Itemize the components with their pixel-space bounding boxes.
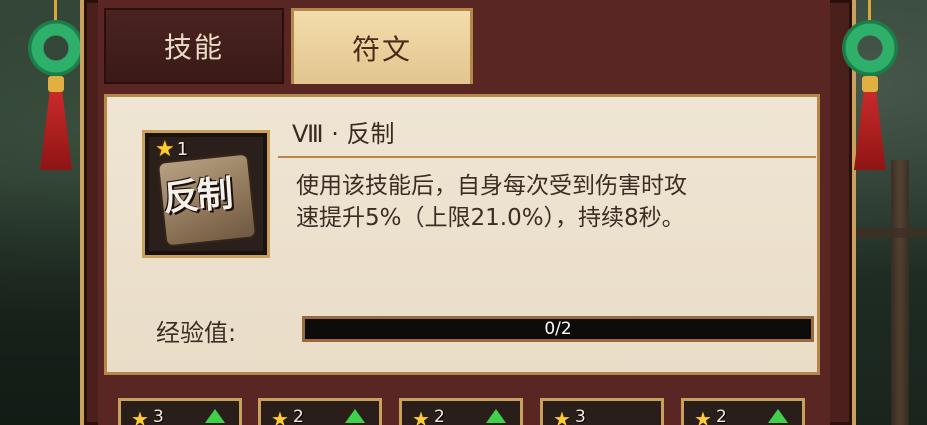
tab-runes[interactable]: 符文	[291, 8, 473, 84]
rune-title: Ⅷ · 反制	[292, 120, 395, 148]
tab-skills[interactable]: 技能	[104, 8, 284, 84]
rune-slot[interactable]: ★ 2	[399, 398, 523, 425]
jade-ring-icon	[28, 20, 84, 76]
title-divider	[278, 156, 816, 158]
experience-bar: 0/2	[302, 316, 814, 342]
upgrade-arrow-icon	[205, 409, 225, 423]
wooden-pole	[891, 160, 909, 425]
upgrade-arrow-icon	[768, 409, 788, 423]
rune-slot[interactable]: ★ 3	[540, 398, 664, 425]
slot-star-count: 3	[153, 407, 164, 425]
slot-star-count: 3	[575, 407, 586, 425]
rune-icon-slot[interactable]: 反制 ★ 1	[142, 130, 270, 258]
jade-ornament-left	[24, 0, 88, 175]
rune-slot[interactable]: ★ 2	[681, 398, 805, 425]
rune-slot[interactable]: ★ 3	[118, 398, 242, 425]
slot-star-count: 2	[293, 407, 304, 425]
red-tassel-icon	[854, 92, 886, 170]
jade-ring-icon	[842, 20, 898, 76]
tree-silhouette	[0, 180, 90, 425]
description-line: 使用该技能后，自身每次受到伤害时攻	[296, 173, 687, 199]
star-icon: ★	[271, 407, 289, 425]
star-icon: ★	[155, 137, 175, 162]
red-tassel-icon	[40, 92, 72, 170]
star-icon: ★	[412, 407, 430, 425]
experience-text: 0/2	[544, 319, 572, 339]
rune-star-level: ★ 1	[155, 139, 188, 161]
star-icon: ★	[694, 407, 712, 425]
star-icon: ★	[131, 407, 149, 425]
star-icon: ★	[553, 407, 571, 425]
star-count: 1	[176, 139, 189, 160]
rune-description: 使用该技能后，自身每次受到伤害时攻 速提升5%（上限21.0%），持续8秒。	[296, 170, 802, 234]
upgrade-arrow-icon	[486, 409, 506, 423]
ornament-knot	[862, 76, 878, 92]
slot-star-count: 2	[434, 407, 445, 425]
jade-ornament-right	[838, 0, 902, 175]
rune-slot[interactable]: ★ 2	[258, 398, 382, 425]
rune-icon-text: 反制	[161, 172, 233, 220]
upgrade-arrow-icon	[345, 409, 365, 423]
slot-star-count: 2	[716, 407, 727, 425]
description-line: 速提升5%（上限21.0%），持续8秒。	[296, 205, 685, 231]
experience-label: 经验值:	[156, 319, 237, 347]
ornament-knot	[48, 76, 64, 92]
